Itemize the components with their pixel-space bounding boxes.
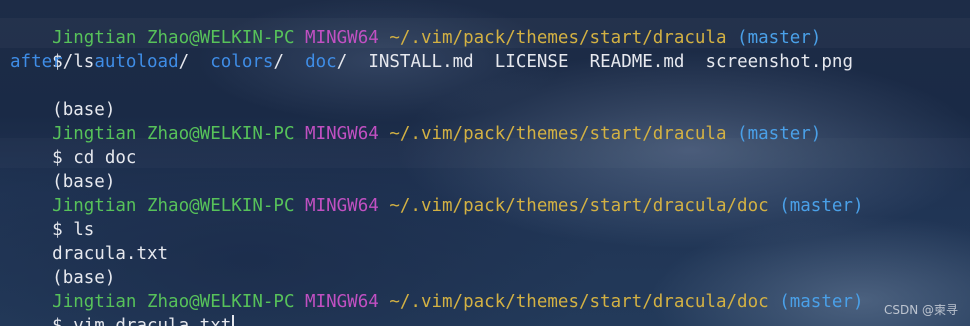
- ls-output: after/ autoload/ colors/ doc/ INSTALL.md…: [10, 52, 854, 72]
- dir-entry: colors: [210, 52, 274, 72]
- prompt-system: MINGW64: [305, 28, 379, 48]
- prompt-line: Jingtian Zhao@WELKIN-PC MINGW64 ~/.vim/p…: [10, 2, 821, 48]
- command-line: $ cd doc: [10, 122, 136, 168]
- prompt-system: MINGW64: [305, 292, 379, 312]
- dir-entry: doc: [305, 52, 337, 72]
- prompt-system: MINGW64: [305, 124, 379, 144]
- text-cursor: [232, 315, 235, 326]
- prompt-path: ~/.vim/pack/themes/start/dracula: [389, 124, 727, 144]
- prompt-line: Jingtian Zhao@WELKIN-PC MINGW64 ~/.vim/p…: [10, 170, 863, 216]
- file-entry: README.md: [589, 52, 685, 72]
- dir-entry: after: [10, 52, 63, 72]
- command-line: $ ls: [10, 26, 94, 72]
- csdn-watermark: CSDN @柬寻: [883, 303, 958, 317]
- dir-entry: autoload: [94, 52, 179, 72]
- conda-env-line: (base): [10, 74, 115, 120]
- conda-env-line: (base): [10, 242, 115, 288]
- current-command-line[interactable]: $ vim dracula.txt: [10, 290, 235, 326]
- file-entry: LICENSE: [494, 52, 569, 72]
- prompt-branch: (master): [779, 292, 864, 312]
- prompt-branch: (master): [779, 196, 864, 216]
- terminal-window[interactable]: Jingtian Zhao@WELKIN-PC MINGW64 ~/.vim/p…: [0, 0, 970, 326]
- command-line: $ ls: [10, 194, 94, 240]
- command-input[interactable]: $ vim dracula.txt: [52, 316, 231, 326]
- ls-output: dracula.txt: [10, 218, 168, 264]
- file-entry: screenshot.png: [705, 52, 854, 72]
- file-entry: INSTALL.md: [368, 52, 474, 72]
- prompt-line: Jingtian Zhao@WELKIN-PC MINGW64 ~/.vim/p…: [10, 98, 821, 144]
- prompt-branch: (master): [737, 124, 822, 144]
- prompt-line: Jingtian Zhao@WELKIN-PC MINGW64 ~/.vim/p…: [10, 266, 863, 312]
- prompt-system: MINGW64: [305, 196, 379, 216]
- prompt-path: ~/.vim/pack/themes/start/dracula: [389, 28, 727, 48]
- prompt-path: ~/.vim/pack/themes/start/dracula/doc: [389, 292, 769, 312]
- prompt-path: ~/.vim/pack/themes/start/dracula/doc: [389, 196, 769, 216]
- prompt-branch: (master): [737, 28, 822, 48]
- conda-env-line: (base): [10, 146, 115, 192]
